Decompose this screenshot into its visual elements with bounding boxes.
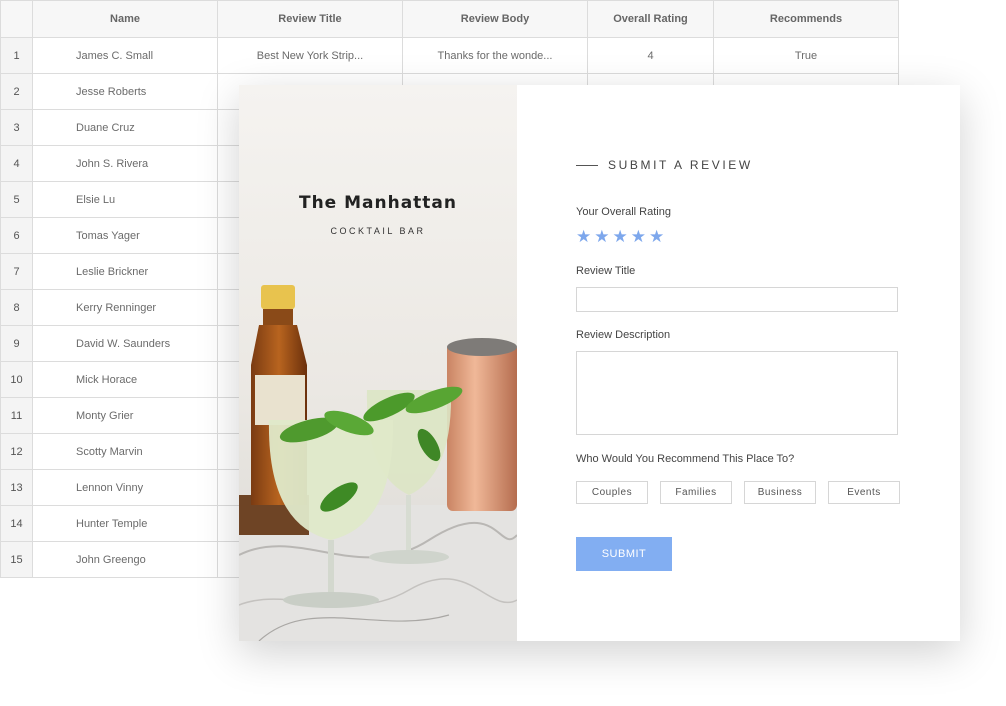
cocktail-photo: The Manhattan COCKTAIL BAR	[239, 85, 517, 641]
heading-rule	[576, 164, 598, 166]
row-number[interactable]: 3	[0, 109, 33, 146]
name-cell[interactable]: Tomas Yager	[32, 217, 218, 254]
overall-rating-cell[interactable]: 4	[587, 37, 714, 74]
review-body-cell[interactable]: Thanks for the wonde...	[402, 37, 588, 74]
review-form-card: The Manhattan COCKTAIL BAR SUBMIT A REVI…	[239, 85, 960, 641]
star-rating[interactable]: ★ ★ ★ ★ ★	[576, 228, 664, 245]
column-header-recommends[interactable]: Recommends	[713, 0, 899, 38]
column-header-review-title[interactable]: Review Title	[217, 0, 403, 38]
row-number[interactable]: 4	[0, 145, 33, 182]
name-cell[interactable]: Duane Cruz	[32, 109, 218, 146]
recommends-cell[interactable]: True	[713, 37, 899, 74]
row-number[interactable]: 11	[0, 397, 33, 434]
name-cell[interactable]: Kerry Renninger	[32, 289, 218, 326]
form-heading-text: SUBMIT A REVIEW	[608, 158, 753, 172]
row-number[interactable]: 13	[0, 469, 33, 506]
row-number[interactable]: 15	[0, 541, 33, 578]
submit-button[interactable]: SUBMIT	[576, 537, 672, 571]
name-cell[interactable]: Scotty Marvin	[32, 433, 218, 470]
row-number[interactable]: 12	[0, 433, 33, 470]
name-cell[interactable]: David W. Saunders	[32, 325, 218, 362]
review-title-cell[interactable]: Best New York Strip...	[217, 37, 403, 74]
row-number[interactable]: 14	[0, 505, 33, 542]
name-cell[interactable]: John Greengo	[32, 541, 218, 578]
corner-cell[interactable]	[0, 0, 33, 38]
name-cell[interactable]: Jesse Roberts	[32, 73, 218, 110]
name-cell[interactable]: Mick Horace	[32, 361, 218, 398]
form-heading: SUBMIT A REVIEW	[576, 158, 753, 172]
column-header-overall-rating[interactable]: Overall Rating	[587, 0, 714, 38]
star-icon[interactable]: ★	[631, 228, 646, 245]
review-description-textarea[interactable]	[576, 351, 898, 435]
star-icon[interactable]: ★	[613, 228, 628, 245]
star-icon[interactable]: ★	[594, 228, 609, 245]
review-form: SUBMIT A REVIEW Your Overall Rating ★ ★ …	[517, 85, 960, 641]
table-row: 1 James C. Small Best New York Strip... …	[0, 37, 899, 74]
venue-subtitle: COCKTAIL BAR	[330, 226, 426, 236]
review-title-input[interactable]	[576, 287, 898, 312]
recommend-option-business[interactable]: Business	[744, 481, 816, 504]
name-cell[interactable]: James C. Small	[32, 37, 218, 74]
row-number[interactable]: 8	[0, 289, 33, 326]
cocktail-illustration	[239, 85, 517, 641]
row-number[interactable]: 10	[0, 361, 33, 398]
review-description-label: Review Description	[576, 329, 671, 341]
venue-title: The Manhattan	[298, 193, 458, 213]
recommend-option-families[interactable]: Families	[660, 481, 732, 504]
name-cell[interactable]: John S. Rivera	[32, 145, 218, 182]
recommend-option-events[interactable]: Events	[828, 481, 900, 504]
rating-label: Your Overall Rating	[576, 206, 671, 218]
star-icon[interactable]: ★	[576, 228, 591, 245]
name-cell[interactable]: Monty Grier	[32, 397, 218, 434]
recommend-label: Who Would You Recommend This Place To?	[576, 453, 795, 465]
column-header-name[interactable]: Name	[32, 0, 218, 38]
column-header-review-body[interactable]: Review Body	[402, 0, 588, 38]
name-cell[interactable]: Hunter Temple	[32, 505, 218, 542]
row-number[interactable]: 6	[0, 217, 33, 254]
row-number[interactable]: 5	[0, 181, 33, 218]
row-number[interactable]: 2	[0, 73, 33, 110]
name-cell[interactable]: Leslie Brickner	[32, 253, 218, 290]
name-cell[interactable]: Elsie Lu	[32, 181, 218, 218]
review-title-label: Review Title	[576, 265, 636, 277]
name-cell[interactable]: Lennon Vinny	[32, 469, 218, 506]
header-row: Name Review Title Review Body Overall Ra…	[0, 0, 899, 38]
row-number[interactable]: 7	[0, 253, 33, 290]
recommend-option-couples[interactable]: Couples	[576, 481, 648, 504]
row-number[interactable]: 9	[0, 325, 33, 362]
star-icon[interactable]: ★	[649, 228, 664, 245]
row-number[interactable]: 1	[0, 37, 33, 74]
